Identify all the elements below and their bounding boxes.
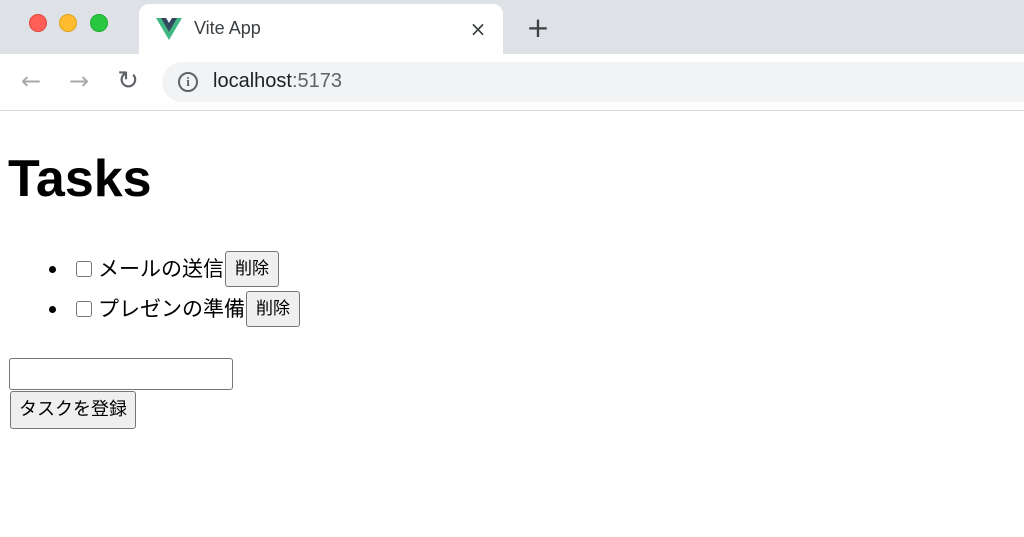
new-task-input[interactable] bbox=[9, 358, 233, 390]
site-info-icon[interactable]: i bbox=[178, 72, 198, 92]
delete-task-button[interactable]: 削除 bbox=[246, 291, 300, 327]
window-close-button[interactable] bbox=[29, 14, 47, 32]
vue-logo-icon bbox=[156, 18, 182, 40]
bullet-icon bbox=[49, 266, 56, 273]
page-content: Tasks メールの送信 削除 プレゼンの準備 削除 タスクを登録 bbox=[0, 111, 1024, 537]
reload-icon[interactable]: ↻ bbox=[113, 66, 143, 96]
task-checkbox[interactable] bbox=[76, 261, 92, 277]
new-tab-button[interactable]: + bbox=[524, 14, 552, 42]
window-minimize-button[interactable] bbox=[59, 14, 77, 32]
task-item: メールの送信 削除 bbox=[0, 249, 300, 289]
tab-title: Vite App bbox=[194, 18, 261, 38]
back-arrow-icon[interactable]: ← bbox=[16, 66, 46, 96]
browser-chrome: Vite App × + ← → ↻ i localhost:5173 bbox=[0, 0, 1024, 111]
browser-tab[interactable]: Vite App × bbox=[139, 4, 503, 54]
task-item: プレゼンの準備 削除 bbox=[0, 289, 300, 329]
task-checkbox[interactable] bbox=[76, 301, 92, 317]
delete-task-button[interactable]: 削除 bbox=[225, 251, 279, 287]
address-bar[interactable]: i localhost:5173 bbox=[162, 62, 1024, 102]
page-title: Tasks bbox=[8, 150, 152, 208]
forward-arrow-icon[interactable]: → bbox=[64, 66, 94, 96]
bullet-icon bbox=[49, 306, 56, 313]
url-text[interactable]: localhost:5173 bbox=[213, 70, 342, 93]
task-label: プレゼンの準備 bbox=[98, 297, 245, 321]
tab-close-icon[interactable]: × bbox=[467, 18, 489, 40]
window-maximize-button[interactable] bbox=[90, 14, 108, 32]
url-host: localhost bbox=[213, 70, 292, 92]
task-label: メールの送信 bbox=[98, 257, 224, 281]
url-port: :5173 bbox=[291, 70, 342, 92]
browser-toolbar: ← → ↻ i localhost:5173 bbox=[0, 54, 1024, 111]
register-task-button[interactable]: タスクを登録 bbox=[10, 391, 136, 429]
tab-bar: Vite App × + bbox=[0, 0, 1024, 54]
task-list: メールの送信 削除 プレゼンの準備 削除 bbox=[0, 249, 300, 329]
